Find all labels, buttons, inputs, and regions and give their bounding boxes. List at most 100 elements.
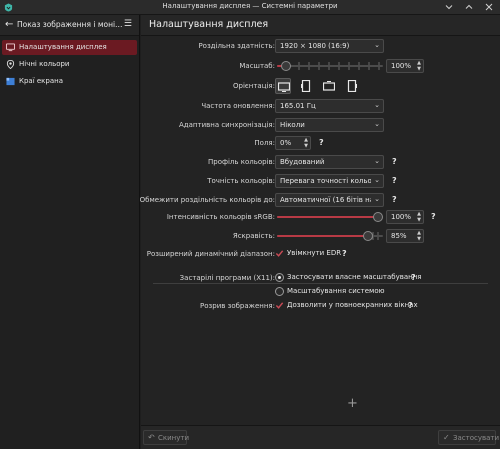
brightness-fill [277,235,367,237]
color-profile-value: Вбудований [280,158,325,166]
overscan-value: 0% [280,139,292,147]
hdr-option-label[interactable]: Увімкнути EDR [287,249,341,257]
sidebar-header: ← Показ зображення і моні… ☰ [0,15,139,36]
flipped-landscape-icon [323,81,335,91]
hdr-help-icon[interactable]: ? [342,249,350,258]
chevron-down-icon: ⌄ [374,157,380,165]
maximize-icon[interactable] [464,2,474,12]
color-accuracy-help-icon[interactable]: ? [392,176,400,185]
color-accuracy-value: Перевага точності кольорів [280,177,371,185]
spin-arrows-icon[interactable]: ▲ ▼ [417,60,421,72]
reset-button-label: Скинути [158,434,190,442]
chevron-down-icon: ⌄ [374,101,380,109]
orientation-flipped-portrait-button[interactable] [344,78,360,94]
sidebar-item-label: Краї екрана [19,77,64,85]
brightness-value: 85% [391,232,407,240]
portrait-icon [301,80,311,92]
legacy-option1-label[interactable]: Застосувати власне масштабування [287,273,422,281]
refresh-rate-combobox[interactable]: 165.01 Гц ⌄ [275,99,384,113]
flipped-portrait-icon [347,80,357,92]
hdr-checkbox[interactable] [275,249,284,258]
color-depth-help-icon[interactable]: ? [392,195,400,204]
adaptive-sync-row: Адаптивна синхронізація: Ніколи ⌄ [141,118,500,134]
footer-bar: ↶ Скинути ✓ Застосувати [141,425,500,449]
scale-track [277,65,383,67]
apply-button[interactable]: ✓ Застосувати [438,430,500,445]
back-arrow-icon[interactable]: ← [5,19,13,31]
apply-button-label: Застосувати [453,434,500,442]
color-depth-value: Автоматичної (16 бітів на колі [280,196,371,204]
hamburger-menu-icon[interactable]: ☰ [124,19,132,29]
srgb-intensity-row: Інтенсивність кольорів sRGB: 100% ▲ ▼ ? [141,210,500,226]
sidebar-back-title[interactable]: Показ зображення і моні… [17,20,123,29]
scale-handle[interactable] [281,61,291,71]
resolution-combobox[interactable]: 1920 × 1080 (16:9) ⌄ [275,39,384,53]
add-icon[interactable]: + [347,396,358,411]
window-title: Налаштування дисплея — Системні параметр… [162,2,338,10]
resolution-label: Роздільна здатність: [198,42,275,50]
refresh-rate-value: 165.01 Гц [280,102,316,110]
overscan-label: Поля: [254,139,275,147]
window-titlebar: Налаштування дисплея — Системні параметр… [0,0,500,15]
overscan-row: Поля: 0% ▲ ▼ ? [141,136,500,152]
color-depth-combobox[interactable]: Автоматичної (16 бітів на колі ⌄ [275,193,384,207]
brightness-spinbox[interactable]: 85% ▲ ▼ [386,229,424,243]
chevron-down-icon: ⌄ [374,176,380,184]
brightness-handle[interactable] [363,231,373,241]
main-header: Налаштування дисплея [141,15,500,36]
srgb-intensity-slider[interactable] [277,210,383,224]
orientation-portrait-button[interactable] [298,78,314,94]
undo-icon: ↶ [148,433,155,442]
orientation-flipped-landscape-button[interactable] [321,78,337,94]
hdr-row: Розширений динамічний діапазон: Увімкнут… [141,247,500,263]
reset-button[interactable]: ↶ Скинути [143,430,190,445]
main-panel: Налаштування дисплея Роздільна здатність… [140,15,500,449]
color-accuracy-label: Точність кольорів: [207,177,275,185]
tearing-checkbox[interactable] [275,301,284,310]
overscan-spinbox[interactable]: 0% ▲ ▼ [275,136,311,150]
screen-edges-icon [6,77,15,86]
tearing-label: Розрив зображення: [200,302,275,310]
minimize-icon[interactable] [444,2,454,12]
brightness-slider[interactable] [277,229,383,243]
close-icon[interactable] [484,2,494,12]
overscan-help-icon[interactable]: ? [319,138,327,147]
scale-slider[interactable] [277,59,383,73]
adaptive-sync-combobox[interactable]: Ніколи ⌄ [275,118,384,132]
landscape-icon [278,82,290,92]
legacy-option2-radio[interactable] [275,287,284,296]
legacy-option1-radio[interactable] [275,273,284,282]
srgb-help-icon[interactable]: ? [431,212,439,221]
color-profile-combobox[interactable]: Вбудований ⌄ [275,155,384,169]
srgb-intensity-label: Інтенсивність кольорів sRGB: [166,213,275,221]
legacy-option2-label[interactable]: Масштабування системою [287,287,385,295]
tearing-help-icon[interactable]: ? [408,301,416,310]
spin-arrows-icon[interactable]: ▲ ▼ [417,230,421,242]
sidebar-item-night-colors[interactable]: Нічні кольори [2,57,137,72]
spin-arrows-icon[interactable]: ▲ ▼ [417,211,421,223]
brightness-label: Яскравість: [232,232,275,240]
adaptive-sync-label: Адаптивна синхронізація: [179,121,275,129]
color-accuracy-combobox[interactable]: Перевага точності кольорів ⌄ [275,174,384,188]
tearing-option-label[interactable]: Дозволити у повноекранних вікнах [287,301,418,309]
color-profile-help-icon[interactable]: ? [392,157,400,166]
chevron-down-icon: ⌄ [374,120,380,128]
sidebar-item-label: Нічні кольори [19,60,70,68]
chevron-down-icon: ⌄ [374,41,380,49]
srgb-handle[interactable] [373,212,383,222]
sidebar-item-screen-edges[interactable]: Краї екрана [2,74,137,89]
page-title: Налаштування дисплея [149,19,269,30]
srgb-value: 100% [391,213,412,221]
chevron-down-icon: ⌄ [374,195,380,203]
orientation-row: Орієнтація: [141,78,500,95]
sidebar-item-label: Налаштування дисплея [19,43,107,51]
checkmark-icon: ✓ [443,433,450,442]
scale-label: Масштаб: [239,62,275,70]
location-pin-icon [6,60,15,69]
srgb-intensity-spinbox[interactable]: 100% ▲ ▼ [386,210,424,224]
spin-arrows-icon[interactable]: ▲ ▼ [304,137,308,149]
orientation-landscape-button[interactable] [275,78,291,94]
sidebar-item-display-settings[interactable]: Налаштування дисплея [2,40,137,55]
scale-spinbox[interactable]: 100% ▲ ▼ [386,59,424,73]
legacy-help-icon[interactable]: ? [411,273,419,282]
